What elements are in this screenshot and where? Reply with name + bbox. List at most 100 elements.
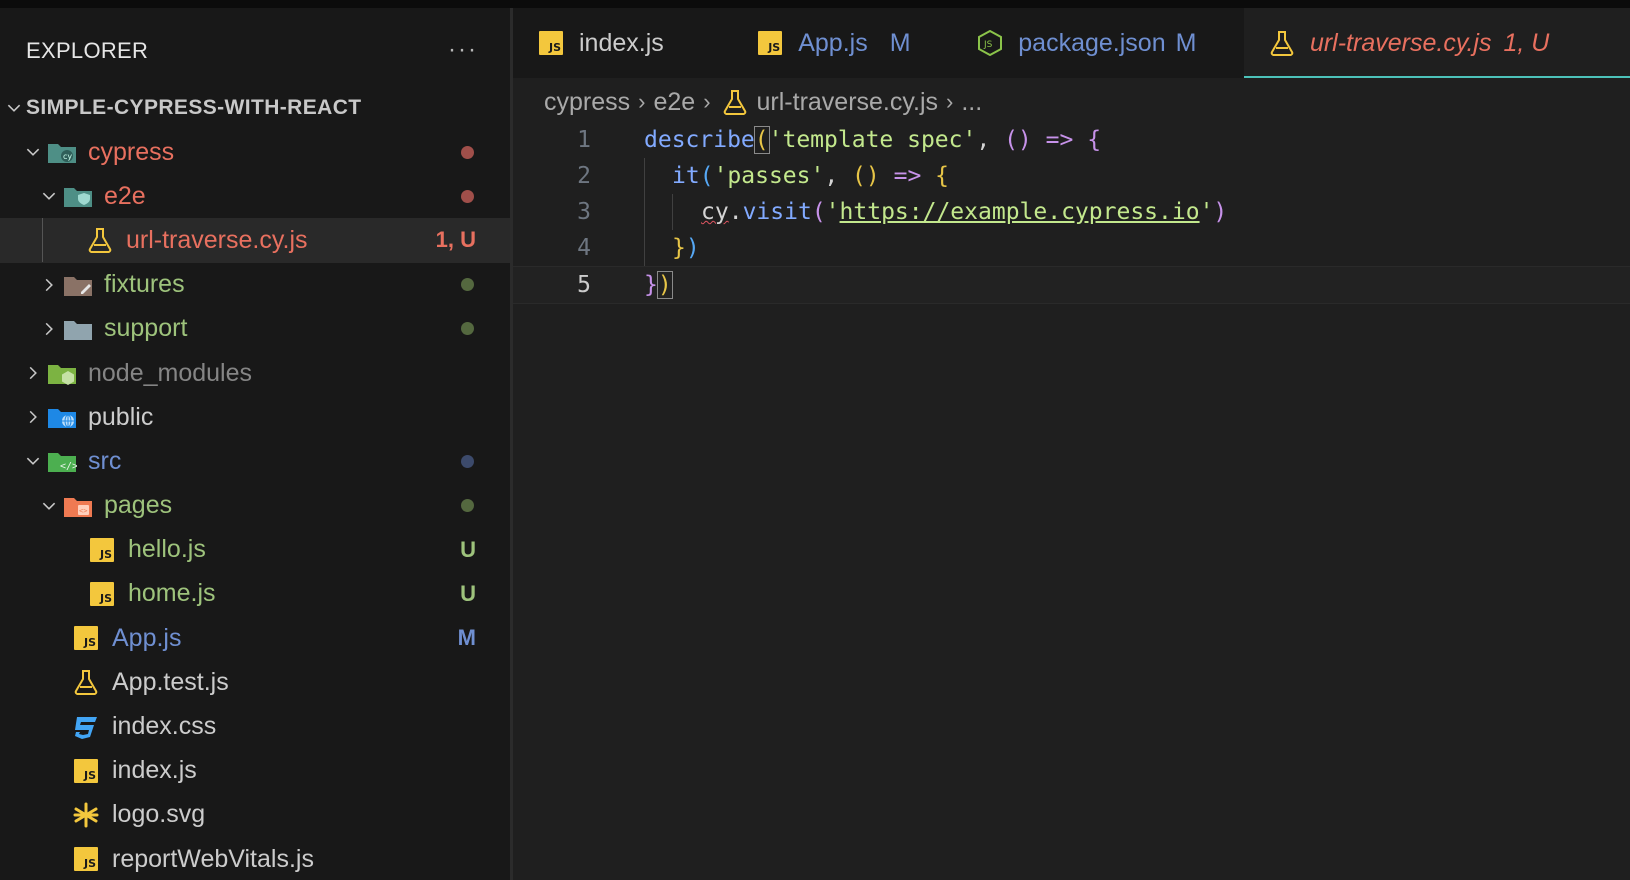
breadcrumb-symbol[interactable]: ... bbox=[961, 88, 982, 117]
tree-file-app-js[interactable]: JS App.js M bbox=[0, 616, 510, 660]
tab-label: index.js bbox=[579, 28, 664, 57]
tree-folder-support[interactable]: support bbox=[0, 307, 510, 351]
breadcrumb-e2e[interactable]: e2e bbox=[653, 88, 695, 117]
code-text: }) bbox=[644, 271, 673, 299]
tree-file-hello-js[interactable]: JS hello.js U bbox=[0, 528, 510, 572]
tab-package-json[interactable]: JS package.json M bbox=[952, 8, 1244, 78]
chevron-down-icon bbox=[20, 452, 46, 470]
indent-guide bbox=[644, 230, 645, 266]
tree-folder-public[interactable]: public bbox=[0, 395, 510, 439]
chevron-right-icon bbox=[36, 320, 62, 338]
node-folder-icon bbox=[46, 359, 78, 387]
tab-label: App.js bbox=[798, 28, 868, 57]
svg-text:JS: JS bbox=[983, 40, 993, 50]
svg-asterisk-icon bbox=[70, 801, 102, 829]
chevron-right-icon: › bbox=[946, 89, 954, 114]
tree-folder-cypress[interactable]: cy cypress bbox=[0, 130, 510, 174]
breadcrumb-cypress[interactable]: cypress bbox=[544, 88, 630, 117]
code-token-var: cy bbox=[701, 199, 729, 225]
nodejs-icon: JS bbox=[974, 29, 1006, 57]
tab-index-js[interactable]: JS index.js bbox=[513, 8, 732, 78]
chevron-down-icon bbox=[2, 99, 26, 117]
code-token-quote: ' bbox=[1199, 199, 1214, 225]
indent-guide bbox=[644, 194, 645, 230]
indent-guide bbox=[42, 218, 43, 263]
svg-text:cy: cy bbox=[63, 152, 72, 161]
line-number: 2 bbox=[577, 163, 591, 189]
chevron-right-icon: › bbox=[638, 89, 646, 114]
cypress-folder-icon: cy bbox=[46, 138, 78, 166]
file-tree: cy cypress e2e url-traverse.cy.js 1, U f… bbox=[0, 130, 510, 880]
tree-file-index-css[interactable]: index.css bbox=[0, 704, 510, 748]
tree-file-index-js[interactable]: JS index.js bbox=[0, 749, 510, 793]
tree-file-url-traverse[interactable]: url-traverse.cy.js 1, U bbox=[0, 218, 510, 263]
code-token-quote: ' bbox=[825, 199, 840, 225]
tree-item-label: index.css bbox=[112, 712, 217, 741]
code-editor[interactable]: 1 describe('template spec', () => { 2 it… bbox=[513, 122, 1630, 880]
tree-item-label: url-traverse.cy.js bbox=[126, 225, 308, 254]
code-line-current: 5 }) bbox=[513, 266, 1630, 304]
tree-item-label: public bbox=[88, 402, 154, 431]
tree-folder-src[interactable]: </> src bbox=[0, 439, 510, 483]
explorer-sidebar: EXPLORER ··· SIMPLE-CYPRESS-WITH-REACT c… bbox=[0, 8, 510, 880]
tree-item-label: pages bbox=[104, 491, 173, 520]
tab-label: url-traverse.cy.js bbox=[1309, 28, 1492, 57]
breadcrumb: cypress › e2e › url-traverse.cy.js › ... bbox=[544, 82, 982, 122]
globe-folder-icon bbox=[46, 403, 78, 431]
code-line: 4 }) bbox=[513, 230, 1630, 266]
code-line: 3 cy.visit('https://example.cypress.io') bbox=[513, 194, 1630, 230]
status-dot bbox=[461, 499, 474, 513]
tree-item-label: App.js bbox=[112, 623, 182, 652]
tab-url-traverse-cy-js[interactable]: url-traverse.cy.js 1, U bbox=[1243, 8, 1630, 78]
chevron-right-icon: › bbox=[703, 89, 711, 114]
tree-item-label: hello.js bbox=[128, 535, 206, 564]
js-icon: JS bbox=[535, 29, 567, 57]
flask-icon bbox=[84, 226, 116, 254]
tree-file-logo-svg[interactable]: logo.svg bbox=[0, 793, 510, 837]
tab-status: M bbox=[1175, 28, 1197, 57]
git-status-badge: 1, U bbox=[435, 227, 476, 253]
breadcrumb-file[interactable]: url-traverse.cy.js bbox=[757, 88, 939, 117]
git-status-badge: U bbox=[460, 536, 476, 562]
code-text: cy.visit('https://example.cypress.io') bbox=[701, 199, 1228, 225]
tree-folder-fixtures[interactable]: fixtures bbox=[0, 263, 510, 307]
flask-icon bbox=[70, 668, 102, 696]
tree-folder-pages[interactable]: <> pages bbox=[0, 484, 510, 528]
tree-file-report-web-vitals-js[interactable]: JS reportWebVitals.js bbox=[0, 837, 510, 880]
chevron-right-icon bbox=[36, 276, 62, 294]
tree-item-label: reportWebVitals.js bbox=[112, 844, 314, 873]
line-number: 5 bbox=[577, 272, 591, 298]
status-dot bbox=[461, 454, 474, 468]
chevron-down-icon bbox=[36, 187, 62, 205]
tree-file-app-test-js[interactable]: App.test.js bbox=[0, 660, 510, 704]
js-icon: JS bbox=[86, 536, 118, 564]
code-text: describe('template spec', () => { bbox=[644, 126, 1102, 154]
line-number: 4 bbox=[577, 235, 591, 261]
status-dot bbox=[461, 145, 474, 159]
code-text: }) bbox=[672, 235, 700, 261]
tree-item-label: logo.svg bbox=[112, 800, 206, 829]
status-dot bbox=[461, 278, 474, 292]
js-icon: JS bbox=[70, 757, 102, 785]
tree-folder-e2e[interactable]: e2e bbox=[0, 174, 510, 218]
js-icon: JS bbox=[70, 845, 102, 873]
fixtures-folder-icon bbox=[62, 271, 94, 299]
tree-item-label: node_modules bbox=[88, 358, 253, 387]
explorer-header: EXPLORER ··· bbox=[26, 28, 486, 74]
js-icon: JS bbox=[86, 580, 118, 608]
status-dot bbox=[461, 322, 474, 336]
src-folder-icon: </> bbox=[46, 447, 78, 475]
tree-file-home-js[interactable]: JS home.js U bbox=[0, 572, 510, 616]
code-token-string: 'passes' bbox=[713, 163, 825, 189]
indent-guide bbox=[672, 194, 673, 230]
tree-folder-node-modules[interactable]: node_modules bbox=[0, 351, 510, 395]
project-root[interactable]: SIMPLE-CYPRESS-WITH-REACT bbox=[0, 86, 510, 130]
tree-item-label: e2e bbox=[104, 181, 146, 210]
code-line: 1 describe('template spec', () => { bbox=[513, 122, 1630, 158]
code-line: 2 it('passes', () => { bbox=[513, 158, 1630, 194]
more-actions-icon[interactable]: ··· bbox=[448, 36, 478, 64]
code-token-url[interactable]: https://example.cypress.io bbox=[840, 199, 1200, 225]
editor-tabs: JS index.js JS App.js M JS package.json … bbox=[513, 8, 1630, 78]
line-number: 1 bbox=[577, 127, 591, 153]
tab-app-js[interactable]: JS App.js M bbox=[732, 8, 952, 78]
